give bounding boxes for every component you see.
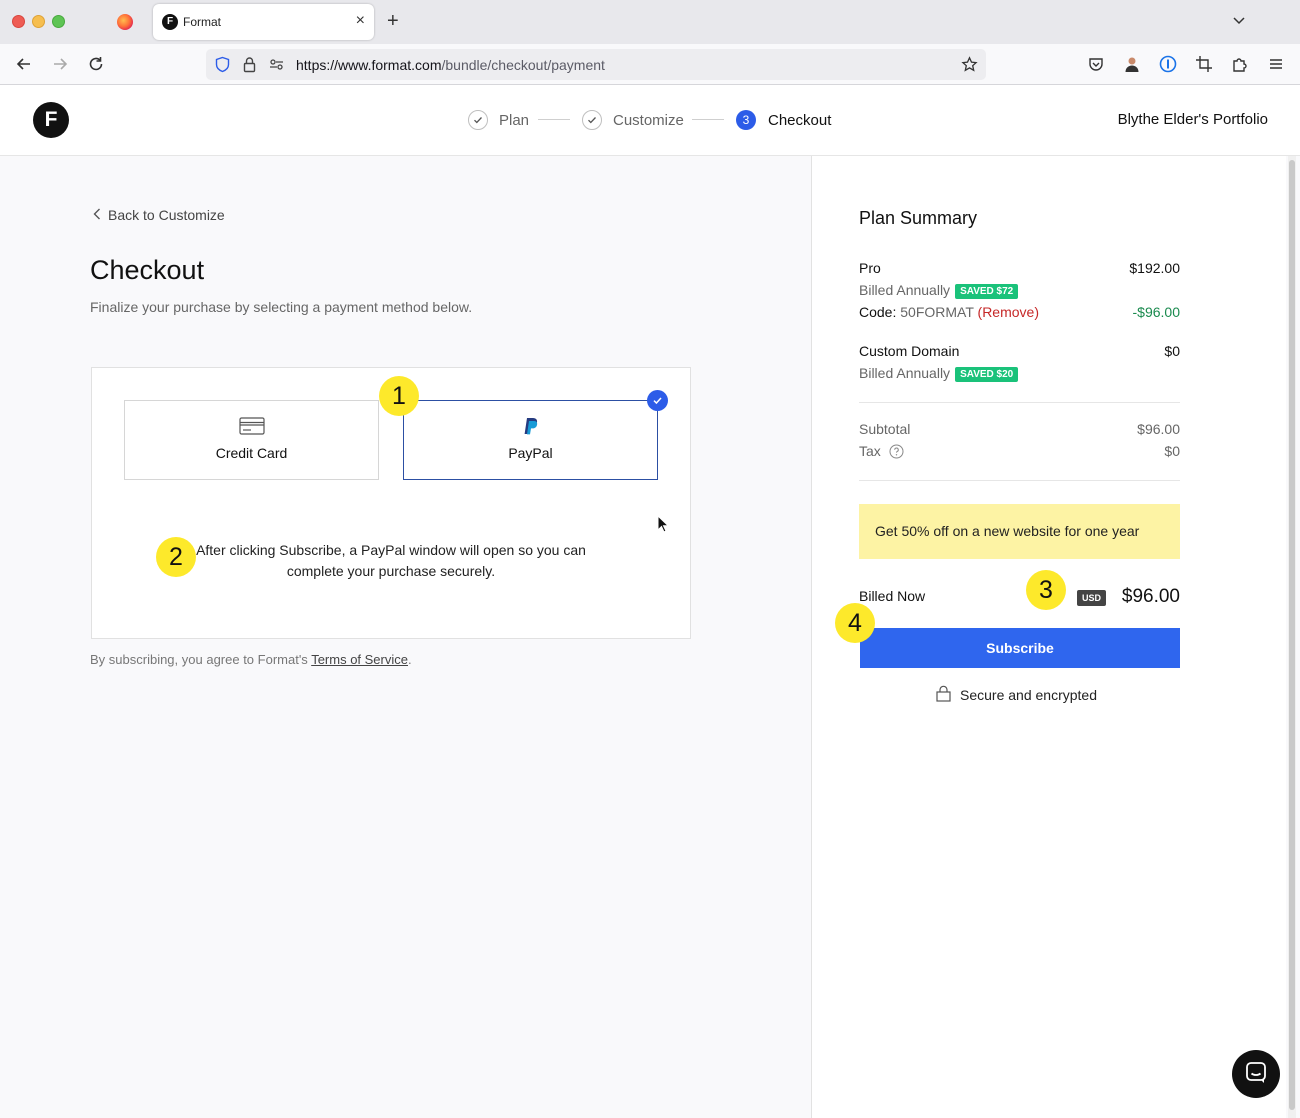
account-avatar-icon[interactable] [1123, 55, 1141, 73]
pro-plan-row: Pro $192.00 [859, 260, 1180, 280]
mouse-cursor-icon [657, 514, 670, 538]
credit-card-label: Credit Card [215, 445, 288, 461]
step-divider [692, 119, 724, 120]
new-tab-icon[interactable]: + [387, 10, 399, 32]
back-arrow-icon[interactable] [14, 54, 34, 74]
paypal-label: PayPal [508, 445, 553, 461]
reload-icon[interactable] [86, 54, 106, 74]
pocket-icon[interactable] [1087, 55, 1105, 73]
browser-nav-bar: https://www.format.com/bundle/checkout/p… [0, 44, 1300, 85]
menu-icon[interactable] [1267, 55, 1285, 73]
step-label: Plan [499, 111, 530, 129]
remove-code-link[interactable]: (Remove) [978, 304, 1039, 320]
checkmark-icon [468, 110, 488, 130]
pro-billing-row: Billed Annually SAVED $72 [859, 282, 1180, 302]
portfolio-name[interactable]: Blythe Elder's Portfolio [1118, 111, 1268, 128]
window-close-button[interactable] [12, 15, 25, 28]
forward-arrow-icon[interactable] [50, 54, 70, 74]
domain-billing-row: Billed Annually SAVED $20 [859, 365, 1180, 385]
url-text[interactable]: https://www.format.com/bundle/checkout/p… [296, 57, 605, 73]
window-minimize-button[interactable] [32, 15, 45, 28]
credit-card-option[interactable]: Credit Card [124, 400, 379, 480]
credit-card-icon [238, 417, 265, 440]
divider [859, 480, 1180, 481]
secure-label: Secure and encrypted [960, 687, 1097, 703]
annotation-marker-4: 4 [835, 603, 875, 643]
subtotal-value: $96.00 [1137, 421, 1180, 437]
back-link-label: Back to Customize [108, 207, 225, 223]
plan-summary-title: Plan Summary [859, 208, 978, 228]
tab-title: Format [183, 15, 222, 29]
annotation-marker-1: 1 [379, 376, 419, 416]
password-manager-icon[interactable] [1159, 55, 1177, 73]
format-logo[interactable]: F [33, 102, 69, 138]
screenshot-icon[interactable] [1195, 55, 1213, 73]
help-icon[interactable] [889, 444, 904, 462]
custom-domain-label: Custom Domain [859, 343, 960, 359]
pro-plan-price: $192.00 [1129, 260, 1180, 276]
page-header: F Plan Customize 3 Checkout Blythe Elder… [0, 85, 1300, 156]
custom-domain-price: $0 [1164, 343, 1180, 359]
chat-icon [1244, 1060, 1268, 1089]
chevron-left-icon [93, 207, 101, 223]
step-customize[interactable]: Customize [582, 109, 684, 131]
code-label: Code: [859, 304, 897, 320]
subscribe-button[interactable]: Subscribe [860, 628, 1180, 668]
pro-plan-label: Pro [859, 260, 881, 276]
code-discount: -$96.00 [1132, 304, 1180, 320]
step-plan[interactable]: Plan [468, 109, 529, 131]
firefox-view-icon[interactable] [117, 14, 133, 30]
browser-tab-bar: F Format × + [0, 0, 1300, 44]
promo-code-row: Code: 50FORMAT (Remove) -$96.00 [859, 304, 1180, 324]
terms-notice: By subscribing, you agree to Format's Te… [90, 652, 412, 667]
step-divider [538, 119, 570, 120]
bookmark-star-icon[interactable] [961, 56, 978, 73]
subtotal-label: Subtotal [859, 421, 911, 437]
lock-icon[interactable] [241, 56, 258, 73]
page-subtitle: Finalize your purchase by selecting a pa… [90, 299, 473, 315]
promo-banner[interactable]: Get 50% off on a new website for one yea… [859, 504, 1180, 559]
window-maximize-button[interactable] [52, 15, 65, 28]
selected-checkmark-icon [647, 390, 668, 411]
page-title: Checkout [90, 255, 205, 285]
billed-now-label: Billed Now [859, 588, 926, 604]
annotation-marker-2: 2 [156, 537, 196, 577]
step-label: Customize [613, 111, 684, 129]
subtotal-row: Subtotal $96.00 [859, 421, 1180, 441]
divider [859, 402, 1180, 403]
paypal-icon [522, 417, 540, 442]
pro-billing-label: Billed Annually [859, 282, 951, 298]
tax-label: Tax [859, 443, 881, 459]
step-checkout: 3 Checkout [736, 109, 831, 131]
permissions-icon[interactable] [268, 56, 285, 73]
saved-badge: SAVED $20 [955, 367, 1019, 382]
custom-domain-row: Custom Domain $0 [859, 343, 1180, 363]
tab-close-icon[interactable]: × [356, 12, 365, 30]
secure-notice: Secure and encrypted [935, 685, 1097, 705]
domain-billing-label: Billed Annually [859, 365, 951, 381]
format-favicon-icon: F [162, 14, 178, 30]
paypal-info-text: After clicking Subscribe, a PayPal windo… [196, 542, 586, 579]
tax-row: Tax $0 [859, 443, 1180, 463]
tax-value: $0 [1164, 443, 1180, 459]
chevron-down-icon[interactable] [1231, 12, 1247, 33]
back-to-customize-link[interactable]: Back to Customize [93, 207, 225, 223]
scrollbar-thumb[interactable] [1289, 160, 1295, 1110]
saved-badge: SAVED $72 [955, 284, 1019, 299]
browser-tab[interactable]: F Format × [153, 4, 374, 40]
terms-of-service-link[interactable]: Terms of Service [311, 652, 408, 667]
paypal-option[interactable]: PayPal [403, 390, 668, 480]
extensions-icon[interactable] [1231, 55, 1249, 73]
url-bar[interactable]: https://www.format.com/bundle/checkout/p… [206, 49, 986, 80]
currency-badge: USD [1077, 590, 1107, 606]
step-label: Checkout [768, 111, 832, 129]
checkmark-icon [582, 110, 602, 130]
billed-now-total: $96.00 [1121, 586, 1180, 607]
step-number: 3 [736, 110, 756, 130]
code-value: 50FORMAT [900, 304, 974, 320]
padlock-icon [935, 685, 952, 705]
chat-support-button[interactable] [1232, 1050, 1280, 1098]
shield-icon[interactable] [214, 56, 231, 73]
annotation-marker-3: 3 [1026, 570, 1066, 610]
